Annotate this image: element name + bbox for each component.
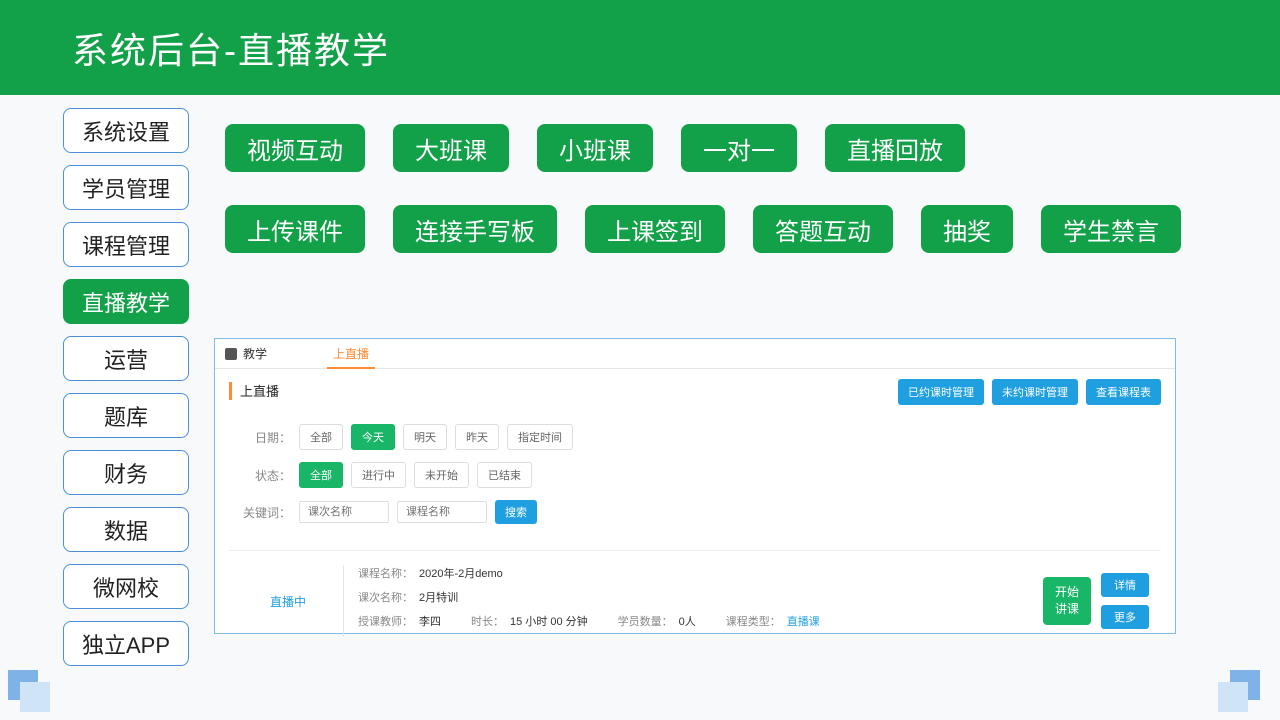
course-name-v: 2020年-2月demo — [419, 565, 503, 581]
page-title: 系统后台-直播教学 — [72, 22, 390, 74]
filters: 日期： 全部 今天 明天 昨天 指定时间 状态： 全部 进行中 未开始 已结束 … — [229, 416, 1161, 544]
page-header: 系统后台-直播教学 — [0, 0, 1280, 95]
sidebar-item-live-teaching[interactable]: 直播教学 — [63, 279, 189, 324]
sidebar: 系统设置 学员管理 课程管理 直播教学 运营 题库 财务 数据 微网校 独立AP… — [63, 108, 189, 678]
tab-teaching[interactable]: 教学 — [243, 345, 267, 362]
teacher-k: 授课教师： — [358, 616, 413, 628]
date-chip-yesterday[interactable]: 昨天 — [455, 424, 499, 450]
session-name-v: 2月特训 — [419, 589, 458, 605]
session-name-input[interactable] — [299, 501, 389, 523]
filter-keyword-row: 关键词： 搜索 — [233, 500, 1157, 524]
action-buttons: 已约课时管理 未约课时管理 查看课程表 — [898, 379, 1161, 405]
date-chip-custom[interactable]: 指定时间 — [507, 424, 573, 450]
duration-v: 15 小时 00 分钟 — [510, 616, 588, 628]
date-chip-tomorrow[interactable]: 明天 — [403, 424, 447, 450]
status-label: 状态： — [233, 467, 291, 484]
date-chip-all[interactable]: 全部 — [299, 424, 343, 450]
course-name-k: 课程名称： — [358, 565, 413, 581]
status-chip-ongoing[interactable]: 进行中 — [351, 462, 406, 488]
sidebar-item-question-bank[interactable]: 题库 — [63, 393, 189, 438]
course-name-input[interactable] — [397, 501, 487, 523]
sidebar-item-operations[interactable]: 运营 — [63, 336, 189, 381]
session-name-k: 课次名称： — [358, 589, 413, 605]
type-k: 课程类型： — [726, 616, 781, 628]
sidebar-item-course-mgmt[interactable]: 课程管理 — [63, 222, 189, 267]
type-v: 直播课 — [787, 616, 820, 628]
date-chip-today[interactable]: 今天 — [351, 424, 395, 450]
filter-date-row: 日期： 全部 今天 明天 昨天 指定时间 — [233, 424, 1157, 450]
date-label: 日期： — [233, 429, 291, 446]
teaching-icon — [225, 348, 237, 360]
teacher-v: 李四 — [419, 616, 441, 628]
status-chip-ended[interactable]: 已结束 — [477, 462, 532, 488]
decoration-br — [1230, 670, 1272, 712]
pill-lottery[interactable]: 抽奖 — [921, 205, 1013, 253]
status-chip-notstarted[interactable]: 未开始 — [414, 462, 469, 488]
sidebar-item-finance[interactable]: 财务 — [63, 450, 189, 495]
scheduled-mgmt-button[interactable]: 已约课时管理 — [898, 379, 984, 405]
pill-one-on-one[interactable]: 一对一 — [681, 124, 797, 172]
sidebar-item-app[interactable]: 独立APP — [63, 621, 189, 666]
pill-small-class[interactable]: 小班课 — [537, 124, 653, 172]
students-v: 0人 — [679, 616, 696, 628]
section-title-text: 上直播 — [240, 381, 279, 400]
unscheduled-mgmt-button[interactable]: 未约课时管理 — [992, 379, 1078, 405]
course-info: 课程名称： 2020年-2月demo 课次名称： 2月特训 授课教师： 李四 时长… — [344, 561, 1043, 641]
panel-tabs: 教学 上直播 — [215, 339, 1175, 369]
detail-button[interactable]: 详情 — [1101, 573, 1149, 597]
accent-bar — [229, 382, 232, 400]
feature-row-2: 上传课件 连接手写板 上课签到 答题互动 抽奖 学生禁言 — [225, 205, 1181, 253]
pill-big-class[interactable]: 大班课 — [393, 124, 509, 172]
live-panel: 教学 上直播 上直播 已约课时管理 未约课时管理 查看课程表 日期： 全部 今天… — [214, 338, 1176, 634]
duration-k: 时长： — [471, 616, 504, 628]
filter-status-row: 状态： 全部 进行中 未开始 已结束 — [233, 462, 1157, 488]
search-button[interactable]: 搜索 — [495, 500, 537, 524]
sidebar-item-system-settings[interactable]: 系统设置 — [63, 108, 189, 153]
decoration-bl — [8, 670, 50, 712]
view-schedule-button[interactable]: 查看课程表 — [1086, 379, 1161, 405]
course-status: 直播中 — [233, 561, 343, 641]
status-chip-all[interactable]: 全部 — [299, 462, 343, 488]
subtab-go-live[interactable]: 上直播 — [327, 339, 375, 369]
feature-row-1: 视频互动 大班课 小班课 一对一 直播回放 — [225, 124, 965, 172]
pill-qa-interact[interactable]: 答题互动 — [753, 205, 893, 253]
students-k: 学员数量： — [618, 616, 673, 628]
course-actions: 开始 讲课 详情 更多 — [1043, 561, 1157, 641]
course-card: 直播中 课程名称： 2020年-2月demo 课次名称： 2月特训 授课教师： 李… — [229, 550, 1161, 651]
pill-replay[interactable]: 直播回放 — [825, 124, 965, 172]
pill-signin[interactable]: 上课签到 — [585, 205, 725, 253]
more-button[interactable]: 更多 — [1101, 605, 1149, 629]
pill-connect-tablet[interactable]: 连接手写板 — [393, 205, 557, 253]
sidebar-item-data[interactable]: 数据 — [63, 507, 189, 552]
sidebar-item-student-mgmt[interactable]: 学员管理 — [63, 165, 189, 210]
pill-upload-courseware[interactable]: 上传课件 — [225, 205, 365, 253]
panel-body: 上直播 已约课时管理 未约课时管理 查看课程表 日期： 全部 今天 明天 昨天 … — [215, 369, 1175, 651]
start-lecture-button[interactable]: 开始 讲课 — [1043, 577, 1091, 625]
pill-mute-student[interactable]: 学生禁言 — [1041, 205, 1181, 253]
pill-video-interact[interactable]: 视频互动 — [225, 124, 365, 172]
sidebar-item-micro-school[interactable]: 微网校 — [63, 564, 189, 609]
keyword-label: 关键词： — [233, 504, 291, 521]
